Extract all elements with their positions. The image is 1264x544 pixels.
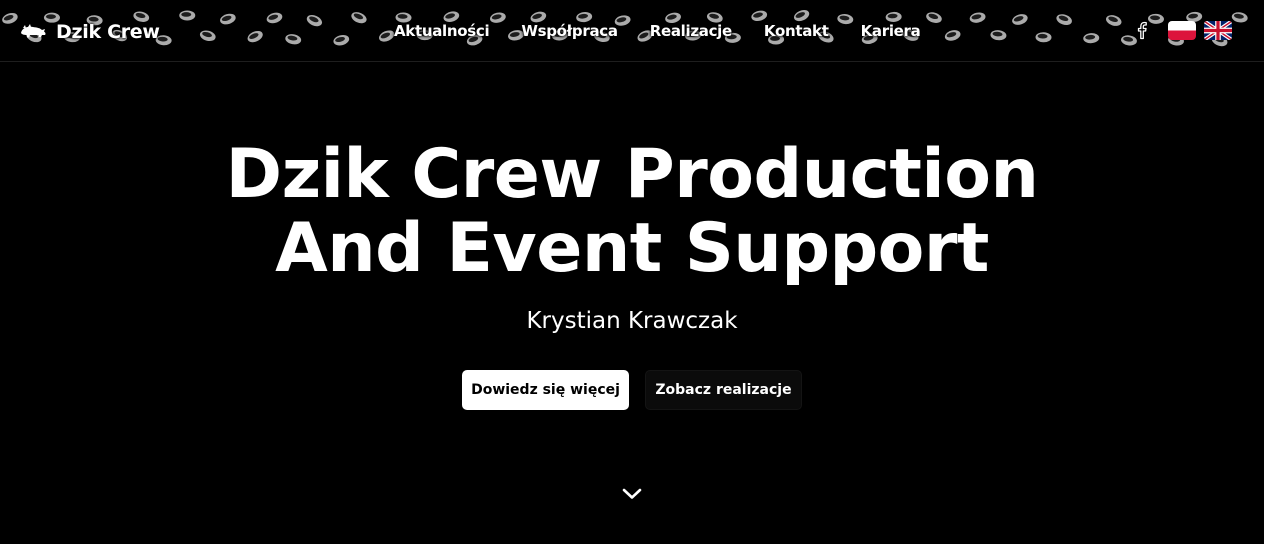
facebook-icon[interactable] bbox=[1132, 19, 1152, 41]
brand-name: Dzik Crew bbox=[56, 21, 160, 43]
site-header: Dzik Crew Aktualności Współpraca Realiza… bbox=[0, 0, 1264, 62]
learn-more-button[interactable]: Dowiedz się więcej bbox=[462, 370, 629, 410]
nav-item-aktualnosci[interactable]: Aktualności bbox=[394, 20, 490, 42]
hero-title-line-1: Dzik Crew Production bbox=[225, 135, 1039, 214]
hero-title: Dzik Crew Production And Event Support bbox=[0, 138, 1264, 286]
cta-row: Dowiedz się więcej Zobacz realizacje bbox=[462, 370, 802, 410]
header-actions bbox=[1132, 19, 1232, 41]
see-projects-button[interactable]: Zobacz realizacje bbox=[645, 370, 802, 410]
nav-item-realizacje[interactable]: Realizacje bbox=[650, 20, 733, 42]
flag-uk-icon[interactable] bbox=[1204, 20, 1232, 40]
main-nav: Aktualności Współpraca Realizacje Kontak… bbox=[394, 20, 952, 42]
chevron-down-icon[interactable] bbox=[621, 486, 643, 502]
hero-subtitle: Krystian Krawczak bbox=[526, 308, 738, 334]
page: Dzik Crew Aktualności Współpraca Realiza… bbox=[0, 0, 1264, 544]
nav-item-kariera[interactable]: Kariera bbox=[861, 20, 921, 42]
nav-item-kontakt[interactable]: Kontakt bbox=[764, 20, 829, 42]
hero-title-line-2: And Event Support bbox=[275, 209, 989, 288]
boar-logo-icon bbox=[21, 24, 46, 38]
nav-item-wspolpraca[interactable]: Współpraca bbox=[521, 20, 618, 42]
brand-link[interactable]: Dzik Crew bbox=[18, 18, 160, 46]
flag-pl-icon[interactable] bbox=[1168, 20, 1196, 40]
